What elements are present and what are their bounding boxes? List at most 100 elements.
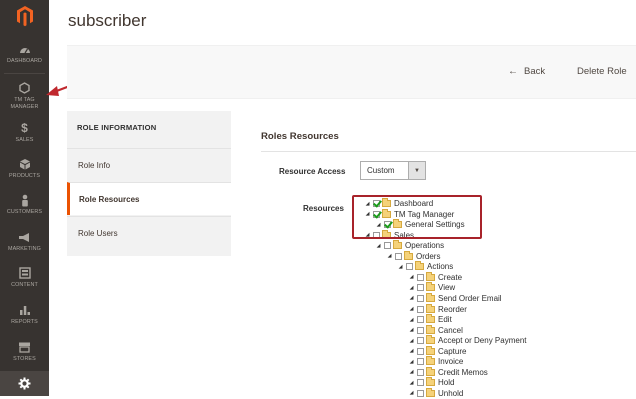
tree-toggle-icon[interactable]: ◢ [408,317,415,323]
tree-node[interactable]: ◢ Accept or Deny Payment [408,335,526,346]
tree-node-label[interactable]: Operations [405,241,444,250]
tree-node-label[interactable]: Reorder [438,305,467,314]
magento-logo-icon[interactable] [0,0,49,32]
tree-node-label[interactable]: Cancel [438,326,463,335]
tree-toggle-icon[interactable]: ◢ [408,274,415,280]
nav-customers[interactable]: CUSTOMERS [0,193,49,216]
tree-node[interactable]: ◢ Capture [408,345,466,357]
tree-node-checkbox[interactable] [417,358,424,366]
nav-content[interactable]: CONTENT [0,266,49,289]
tree-node-label[interactable]: Edit [438,315,452,324]
tree-node[interactable]: ◢ Credit Memos [408,366,488,378]
tree-node-checkbox[interactable] [395,252,402,260]
tree-node-checkbox[interactable] [373,200,380,207]
tree-node[interactable]: ◢ Edit [408,314,452,325]
tree-node-label[interactable]: Capture [438,347,466,356]
tab-role-info[interactable]: Role Info [67,148,231,181]
tree-node-checkbox[interactable] [384,242,391,250]
tree-node[interactable]: ◢ Cancel [408,324,463,336]
nav-dashboard[interactable]: DASHBOARD [0,42,49,65]
tree-toggle-icon[interactable]: ◢ [364,211,371,217]
nav-sales[interactable]: $ SALES [0,121,49,144]
tree-node-checkbox[interactable] [406,263,413,271]
tree-node[interactable]: ◢ View [408,282,455,293]
tree-toggle-icon[interactable]: ◢ [408,359,415,365]
tree-node-label[interactable]: Credit Memos [438,368,488,377]
tree-node-label[interactable]: Accept or Deny Payment [438,336,526,345]
tree-toggle-icon[interactable]: ◢ [408,348,415,354]
tree-node-checkbox[interactable] [417,337,424,345]
tree-node-label[interactable]: View [438,283,455,292]
nav-reports[interactable]: REPORTS [0,303,49,326]
tree-node[interactable]: ◢ Unhold [408,387,463,399]
nav-marketing[interactable]: MARKETING [0,230,49,253]
tree-toggle-icon[interactable]: ◢ [408,295,415,301]
tree-node-label[interactable]: Orders [416,252,440,261]
page-actions-bar [67,45,636,99]
tree-node[interactable]: ◢ TM Tag Manager [364,208,454,220]
tree-node[interactable]: ◢ Dashboard [364,198,433,209]
arrow-left-icon: ← [508,66,518,77]
tree-node-checkbox[interactable] [373,231,380,239]
tree-toggle-icon[interactable]: ◢ [408,380,415,386]
tree-node-label[interactable]: Create [438,273,462,282]
tree-node-checkbox[interactable] [417,284,424,292]
tree-node[interactable]: ◢ Orders [386,250,440,262]
resource-access-select[interactable]: Custom ▼ [360,161,426,180]
tree-node[interactable]: ◢ Send Order Email [408,292,502,304]
tree-toggle-icon[interactable]: ◢ [408,285,415,291]
tree-node-checkbox[interactable] [417,305,424,313]
tabs-title: ROLE INFORMATION [77,123,157,132]
dashboard-icon [19,42,31,56]
tree-node[interactable]: ◢ Invoice [408,356,463,367]
tree-node-label[interactable]: Invoice [438,357,463,366]
nav-system[interactable] [0,371,49,396]
tree-toggle-icon[interactable]: ◢ [375,243,382,249]
tree-node[interactable]: ◢ Hold [408,377,454,388]
tree-toggle-icon[interactable]: ◢ [408,369,415,375]
nav-products[interactable]: PRODUCTS [0,157,49,180]
folder-icon [426,314,435,324]
delete-role-button[interactable]: Delete Role [577,66,627,77]
tree-node-checkbox[interactable] [417,368,424,376]
nav-stores[interactable]: STORES [0,340,49,363]
tree-node-checkbox[interactable] [373,210,380,218]
tree-toggle-icon[interactable]: ◢ [375,222,382,228]
tree-node-checkbox[interactable] [384,221,391,229]
tree-node-label[interactable]: Unhold [438,389,463,398]
tree-node-label[interactable]: TM Tag Manager [394,210,454,219]
tree-toggle-icon[interactable]: ◢ [408,390,415,396]
tree-node-label[interactable]: General Settings [405,220,465,229]
tree-toggle-icon[interactable]: ◢ [397,264,404,270]
folder-icon [426,303,435,313]
nav-tm-tag-manager[interactable]: TM TAG MANAGER [0,81,49,110]
tree-node-checkbox[interactable] [417,273,424,281]
tree-node-checkbox[interactable] [417,294,424,302]
tree-toggle-icon[interactable]: ◢ [386,253,393,259]
tree-node-label[interactable]: Sales [394,231,414,240]
tree-node[interactable]: ◢ Reorder [408,303,467,315]
tree-node[interactable]: ◢ Actions [397,261,453,272]
tree-node-label[interactable]: Send Order Email [438,294,502,303]
tree-node-checkbox[interactable] [417,316,424,324]
person-icon [20,193,30,207]
tree-node-checkbox[interactable] [417,326,424,334]
tree-node[interactable]: ◢ Sales [364,229,414,241]
tree-node[interactable]: ◢ General Settings [375,219,465,230]
tree-node-label[interactable]: Dashboard [394,199,433,208]
tree-node[interactable]: ◢ Create [408,271,462,283]
tree-toggle-icon[interactable]: ◢ [408,306,415,312]
tab-role-users[interactable]: Role Users [67,216,231,249]
tree-toggle-icon[interactable]: ◢ [364,232,371,238]
folder-icon [404,250,413,260]
back-button[interactable]: ← Back [508,66,545,77]
tree-toggle-icon[interactable]: ◢ [408,327,415,333]
tree-node-label[interactable]: Hold [438,378,454,387]
tree-toggle-icon[interactable]: ◢ [364,201,371,207]
tree-node[interactable]: ◢ Operations [375,240,444,251]
tree-toggle-icon[interactable]: ◢ [408,338,415,344]
tree-node-checkbox[interactable] [417,379,424,387]
tab-role-resources[interactable]: Role Resources [67,182,231,215]
tree-node-checkbox[interactable] [417,347,424,355]
tree-node-label[interactable]: Actions [427,262,453,271]
